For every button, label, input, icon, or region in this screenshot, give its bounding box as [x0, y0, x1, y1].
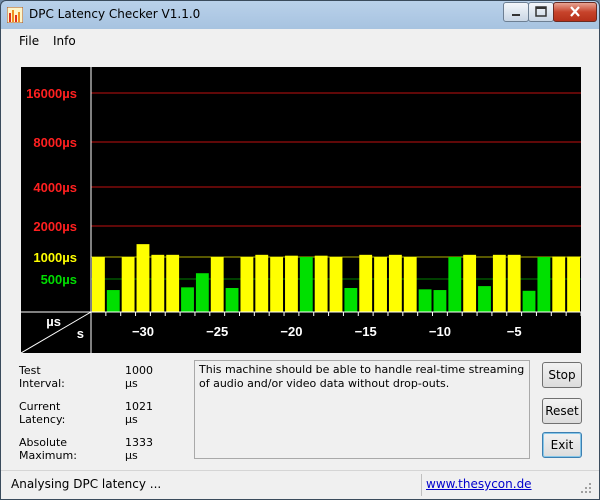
test-interval-label: Test Interval: — [19, 364, 65, 390]
latency-bar — [255, 254, 269, 312]
latency-chart-svg: 16000µs 8000µs 4000µs 2000µs 1000µs 500µs µs s −… — [21, 67, 581, 353]
current-latency-label: Current Latency: — [19, 400, 66, 426]
latency-bar — [210, 257, 224, 312]
latency-bar — [106, 290, 120, 312]
latency-bar — [195, 273, 209, 312]
latency-bar — [181, 287, 194, 312]
menu-bar: File Info — [1, 30, 599, 52]
y-tick-label: 1000µs — [33, 250, 77, 265]
close-icon — [570, 6, 580, 17]
status-bar: Analysing DPC latency ... www.thesycon.d… — [1, 470, 599, 499]
absolute-maximum-value: 1333 µs — [125, 436, 153, 462]
latency-bar — [329, 257, 343, 312]
latency-bar — [552, 256, 566, 312]
test-interval-value: 1000 µs — [125, 364, 153, 390]
app-icon — [7, 7, 23, 23]
latency-bar — [567, 256, 580, 312]
latency-bar — [225, 287, 239, 312]
latency-bar — [478, 286, 491, 312]
x-tick-label: −30 — [132, 324, 154, 339]
y-tick-label: 4000µs — [33, 180, 77, 195]
latency-bar — [403, 257, 417, 312]
latency-bar — [314, 255, 328, 312]
latency-bar — [388, 254, 402, 312]
absolute-maximum-label: Absolute Maximum: — [19, 436, 77, 462]
latency-bar — [299, 257, 313, 312]
maximize-icon — [535, 6, 547, 17]
minimize-button[interactable] — [503, 2, 529, 22]
resize-grip-icon[interactable] — [579, 481, 593, 495]
x-tick-label: −10 — [429, 324, 451, 339]
y-tick-label: 2000µs — [33, 219, 77, 234]
latency-bar — [151, 254, 165, 312]
latency-bar — [359, 254, 373, 312]
latency-bar — [121, 257, 135, 312]
menu-file[interactable]: File — [19, 34, 39, 48]
app-window: DPC Latency Checker V1.1.0 File Info 160… — [0, 0, 600, 500]
x-tick-label: −20 — [280, 324, 302, 339]
stop-button[interactable]: Stop — [542, 362, 582, 388]
x-tick-label: −25 — [206, 324, 228, 339]
latency-bar — [166, 254, 180, 312]
latency-bar — [492, 254, 506, 312]
maximize-button[interactable] — [528, 2, 554, 22]
latency-bar — [418, 289, 432, 312]
title-bar[interactable]: DPC Latency Checker V1.1.0 — [1, 1, 599, 29]
window-title: DPC Latency Checker V1.1.0 — [29, 7, 201, 21]
x-tick-label: −15 — [355, 324, 377, 339]
latency-bar — [522, 290, 536, 312]
exit-button[interactable]: Exit — [542, 432, 582, 458]
latency-bar — [463, 254, 477, 312]
latency-bar — [448, 257, 462, 312]
latency-bar — [507, 254, 521, 312]
corner-unit-s: s — [77, 326, 84, 341]
latency-bar — [270, 257, 284, 312]
website-link[interactable]: www.thesycon.de — [426, 477, 532, 491]
status-divider — [421, 474, 422, 496]
latency-bar — [344, 287, 358, 312]
latency-bar — [136, 244, 150, 312]
menu-info[interactable]: Info — [53, 34, 76, 48]
current-latency-value: 1021 µs — [125, 400, 153, 426]
y-tick-label: 8000µs — [33, 135, 77, 150]
y-tick-label: 500µs — [41, 272, 77, 287]
status-message-box: This machine should be able to handle re… — [194, 360, 530, 459]
corner-unit-us: µs — [46, 314, 61, 329]
latency-bar — [374, 257, 387, 312]
x-tick-label: −5 — [507, 324, 522, 339]
latency-chart: 16000µs 8000µs 4000µs 2000µs 1000µs 500µs µs s −… — [21, 67, 581, 353]
close-button[interactable] — [553, 2, 597, 22]
minimize-icon — [512, 14, 520, 16]
latency-bar — [285, 255, 298, 312]
y-tick-label: 16000µs — [26, 86, 77, 101]
status-text: Analysing DPC latency ... — [11, 477, 162, 491]
latency-bar — [92, 257, 105, 312]
latency-bar — [240, 257, 254, 312]
latency-bar — [433, 290, 447, 312]
reset-button[interactable]: Reset — [542, 398, 582, 424]
status-message: This machine should be able to handle re… — [199, 363, 525, 390]
latency-bar — [537, 257, 551, 312]
